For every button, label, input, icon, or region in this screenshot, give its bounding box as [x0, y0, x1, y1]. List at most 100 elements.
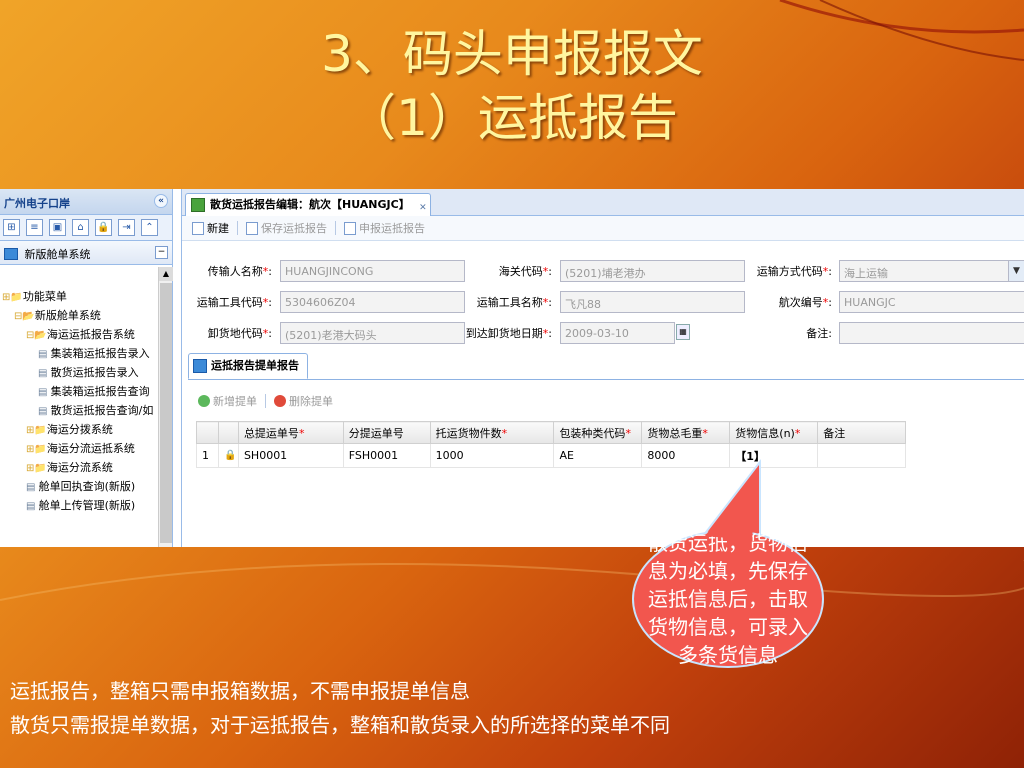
- scroll-top-icon[interactable]: ⌃: [141, 219, 158, 236]
- add-bill-label: 新增提单: [213, 395, 257, 408]
- tree-item[interactable]: ⊞📁海运分流运抵系统: [2, 439, 158, 458]
- unload-place-field[interactable]: (5201)老港大码头: [280, 322, 465, 344]
- note-line: 散货只需报提单数据，对于运抵报告，整箱和散货录入的所选择的菜单不同: [10, 713, 670, 737]
- tab-label: 散货运抵报告编辑：航次【HUANGJC】: [210, 198, 410, 211]
- home-icon[interactable]: ⌂: [72, 219, 89, 236]
- table-cell: 1000: [429, 443, 555, 468]
- tree-item[interactable]: ⊟📂海运运抵报告系统: [2, 325, 158, 344]
- transport-mode-select[interactable]: 海上运输 ▼: [839, 260, 1024, 282]
- required-marker: *: [794, 426, 801, 440]
- tree-item-label: 集装箱运抵报告录入: [50, 347, 150, 360]
- folder-icon: ⊞📁: [26, 444, 47, 455]
- collapse-icon[interactable]: «: [154, 194, 168, 208]
- slide-subtitle: （1）运抵报告: [346, 89, 678, 147]
- tree-item[interactable]: ▤ 散货运抵报告录入: [2, 363, 158, 382]
- remark-field[interactable]: [839, 322, 1024, 344]
- tree-item[interactable]: ▤ 集装箱运抵报告查询: [2, 382, 158, 401]
- new-button[interactable]: 新建: [192, 220, 229, 236]
- bill-grid: 总提运单号* 分提运单号 托运货物件数* 包装种类代码* 货物总毛重* 货物信息(n)* 备…: [196, 421, 906, 468]
- toolbar-divider: [237, 221, 238, 235]
- tree-item-label: 舱单上传管理(新版): [38, 499, 136, 512]
- tree-item[interactable]: ▤ 舱单上传管理(新版): [2, 496, 158, 515]
- customs-code-field[interactable]: (5201)埔老港办: [560, 260, 745, 282]
- tree-item-label: 功能菜单: [22, 290, 67, 303]
- expand-all-icon[interactable]: ⊞: [3, 219, 20, 236]
- tree-item[interactable]: ⊞📁海运分拨系统: [2, 420, 158, 439]
- column-header[interactable]: 托运货物件数*: [429, 421, 555, 444]
- system-section-header[interactable]: 新版舱单系统 −: [0, 241, 172, 265]
- add-icon: [198, 395, 210, 407]
- lock-icon[interactable]: 🔒: [95, 219, 112, 236]
- callout-bubble: 散货运抵，货物信息为必填，先保存运抵信息后，击取货物信息，可录入多条货信息: [632, 530, 824, 668]
- tree-item-label: 海运分流运抵系统: [46, 442, 135, 455]
- column-header[interactable]: [217, 421, 239, 444]
- row-status-icon: 🔒: [217, 443, 239, 468]
- delete-bill-button[interactable]: 删除提单: [274, 393, 333, 409]
- table-cell: FSH0001: [342, 443, 431, 468]
- toolbar-divider: [265, 394, 266, 408]
- table-row[interactable]: 1 🔒 SH0001 FSH0001 1000 AE 8000 【1】: [196, 443, 906, 468]
- collapse-section-icon[interactable]: −: [155, 246, 168, 259]
- remark-label: 备注:: [806, 327, 832, 340]
- transport-mode-label: 运输方式代码*:: [756, 265, 832, 278]
- delete-icon: [274, 395, 286, 407]
- submit-label: 申报运抵报告: [359, 222, 425, 235]
- scroll-up-icon[interactable]: ▲: [159, 267, 173, 281]
- scroll-thumb[interactable]: [160, 283, 172, 543]
- save-button[interactable]: 保存运抵报告: [246, 220, 327, 236]
- folder-icon: ⊞📁: [26, 425, 47, 436]
- table-cell: SH0001: [237, 443, 344, 468]
- add-bill-button[interactable]: 新增提单: [198, 393, 257, 409]
- transmitter-name-label: 传输人名称*:: [207, 265, 272, 278]
- transmitter-name-field[interactable]: HUANGJINCONG: [280, 260, 465, 282]
- table-cell[interactable]: 【1】: [729, 443, 819, 468]
- column-header[interactable]: 货物总毛重*: [641, 421, 731, 444]
- note-line: 运抵报告，整箱只需申报箱数据，不需申报提单信息: [10, 679, 470, 703]
- left-panel: 广州电子口岸 « ⊞ ≡ ▣ ⌂ 🔒 ⇥ ⌃ 新版舱单系统 − ⊞📁功能菜单 ⊟📂…: [0, 189, 173, 547]
- tree-item[interactable]: ▤ 散货运抵报告查询/如: [2, 401, 158, 420]
- subtab-label: 运抵报告提单报告: [211, 359, 299, 372]
- transport-mode-value: 海上运输: [844, 267, 888, 280]
- calendar-icon[interactable]: ▦: [676, 324, 690, 340]
- column-header[interactable]: 总提运单号*: [237, 421, 344, 444]
- tab-bulk-arrival-edit[interactable]: 散货运抵报告编辑：航次【HUANGJC】 ✕: [185, 193, 431, 216]
- tab-bill-of-lading[interactable]: 运抵报告提单报告: [188, 353, 308, 379]
- vessel-code-field[interactable]: 5304606Z04: [280, 291, 465, 313]
- tree-item[interactable]: ⊟📂新版舱单系统: [2, 306, 158, 325]
- voyage-no-field[interactable]: HUANGJC: [839, 291, 1024, 313]
- section-title: 新版舱单系统: [24, 248, 91, 261]
- page-icon: ▤: [38, 349, 51, 360]
- tree-item[interactable]: ▤ 舱单回执查询(新版): [2, 477, 158, 496]
- arrival-date-field[interactable]: 2009-03-10: [560, 322, 675, 344]
- left-panel-title: 广州电子口岸: [4, 197, 70, 210]
- column-header-label: 包装种类代码: [559, 426, 626, 440]
- column-header[interactable]: 备注: [817, 421, 906, 444]
- column-header-label: 托运货物件数: [435, 426, 502, 440]
- column-header[interactable]: 包装种类代码*: [553, 421, 643, 444]
- folder-icon: ⊞📁: [2, 292, 23, 303]
- list-icon[interactable]: ≡: [26, 219, 43, 236]
- vessel-name-field[interactable]: 飞凡88: [560, 291, 745, 313]
- tree-scrollbar[interactable]: ▲: [158, 267, 173, 547]
- new-doc-icon: [192, 221, 204, 235]
- column-header[interactable]: 分提运单号: [342, 421, 431, 444]
- page-icon: ▤: [38, 387, 51, 398]
- tree-item[interactable]: ⊞📁功能菜单: [2, 287, 158, 306]
- tree-item[interactable]: ⊞📁海运分流系统: [2, 458, 158, 477]
- grid-body: 1 🔒 SH0001 FSH0001 1000 AE 8000 【1】: [196, 443, 906, 468]
- menu-tree: ⊞📁功能菜单 ⊟📂新版舱单系统 ⊟📂海运运抵报告系统 ▤ 集装箱运抵报告录入 ▤ 散货运…: [2, 287, 158, 515]
- window-icon[interactable]: ▣: [49, 219, 66, 236]
- table-cell: [817, 443, 906, 468]
- grid-toolbar: 新增提单 删除提单: [198, 393, 333, 409]
- tree-item[interactable]: ▤ 集装箱运抵报告录入: [2, 344, 158, 363]
- column-header[interactable]: [196, 421, 219, 444]
- exit-icon[interactable]: ⇥: [118, 219, 135, 236]
- required-marker: *: [298, 426, 305, 440]
- chevron-down-icon[interactable]: ▼: [1008, 261, 1024, 281]
- customs-code-label: 海关代码*:: [498, 265, 552, 278]
- column-header[interactable]: 货物信息(n)*: [729, 421, 819, 444]
- close-icon[interactable]: ✕: [419, 197, 427, 219]
- main-toolbar: 新建 保存运抵报告 申报运抵报告: [182, 216, 1024, 241]
- tab-strip: 散货运抵报告编辑：航次【HUANGJC】 ✕: [182, 189, 1024, 216]
- submit-button[interactable]: 申报运抵报告: [344, 220, 425, 236]
